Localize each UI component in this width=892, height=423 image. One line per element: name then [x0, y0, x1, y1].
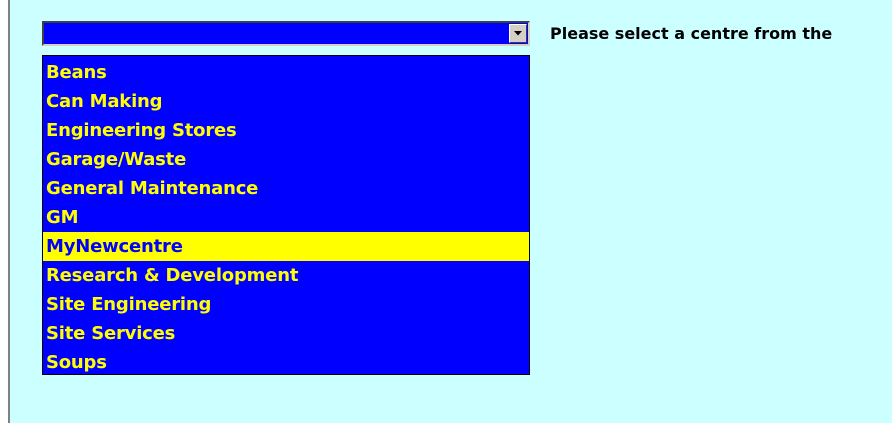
list-item-site-services[interactable]: Site Services [43, 319, 529, 348]
list-item-engineering-stores[interactable]: Engineering Stores [43, 116, 529, 145]
centre-combo-box[interactable] [42, 21, 530, 46]
window: Please select a centre from the Beans Ca… [0, 0, 892, 423]
list-item-beans[interactable]: Beans [43, 58, 529, 87]
list-item-site-engineering[interactable]: Site Engineering [43, 290, 529, 319]
dropdown-button[interactable] [509, 24, 527, 43]
list-item-mynewcentre[interactable]: MyNewcentre [43, 232, 529, 261]
chevron-down-icon [514, 31, 522, 36]
list-item-soups[interactable]: Soups [43, 348, 529, 377]
list-item-research-development[interactable]: Research & Development [43, 261, 529, 290]
select-centre-prompt: Please select a centre from the [550, 24, 833, 43]
list-item-can-making[interactable]: Can Making [43, 87, 529, 116]
centre-dropdown-list[interactable]: Beans Can Making Engineering Stores Gara… [42, 55, 530, 375]
list-item-gm[interactable]: GM [43, 203, 529, 232]
list-item-general-maintenance[interactable]: General Maintenance [43, 174, 529, 203]
list-item-garage-waste[interactable]: Garage/Waste [43, 145, 529, 174]
